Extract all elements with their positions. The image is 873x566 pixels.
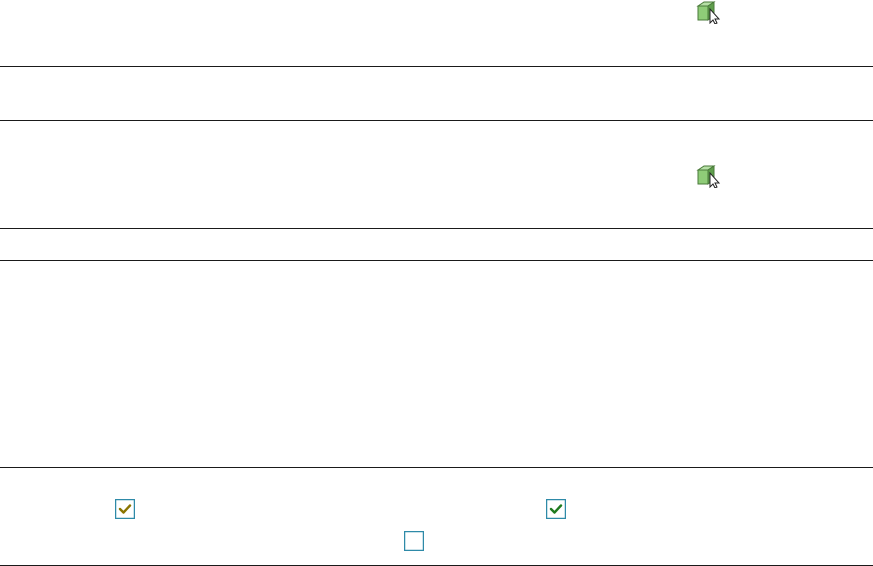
section-2 [0, 67, 873, 120]
section-4 [0, 229, 873, 260]
checkbox-checked-olive[interactable] [115, 499, 135, 519]
property-page [0, 0, 873, 566]
checkbox-checked-green[interactable] [546, 499, 566, 519]
checkbox-unchecked[interactable] [404, 531, 424, 551]
section-6 [0, 468, 873, 566]
cube-cursor-icon[interactable] [696, 0, 722, 24]
section-5 [0, 261, 873, 467]
cube-cursor-icon[interactable] [696, 164, 722, 188]
section-1 [0, 0, 873, 66]
section-3 [0, 121, 873, 228]
